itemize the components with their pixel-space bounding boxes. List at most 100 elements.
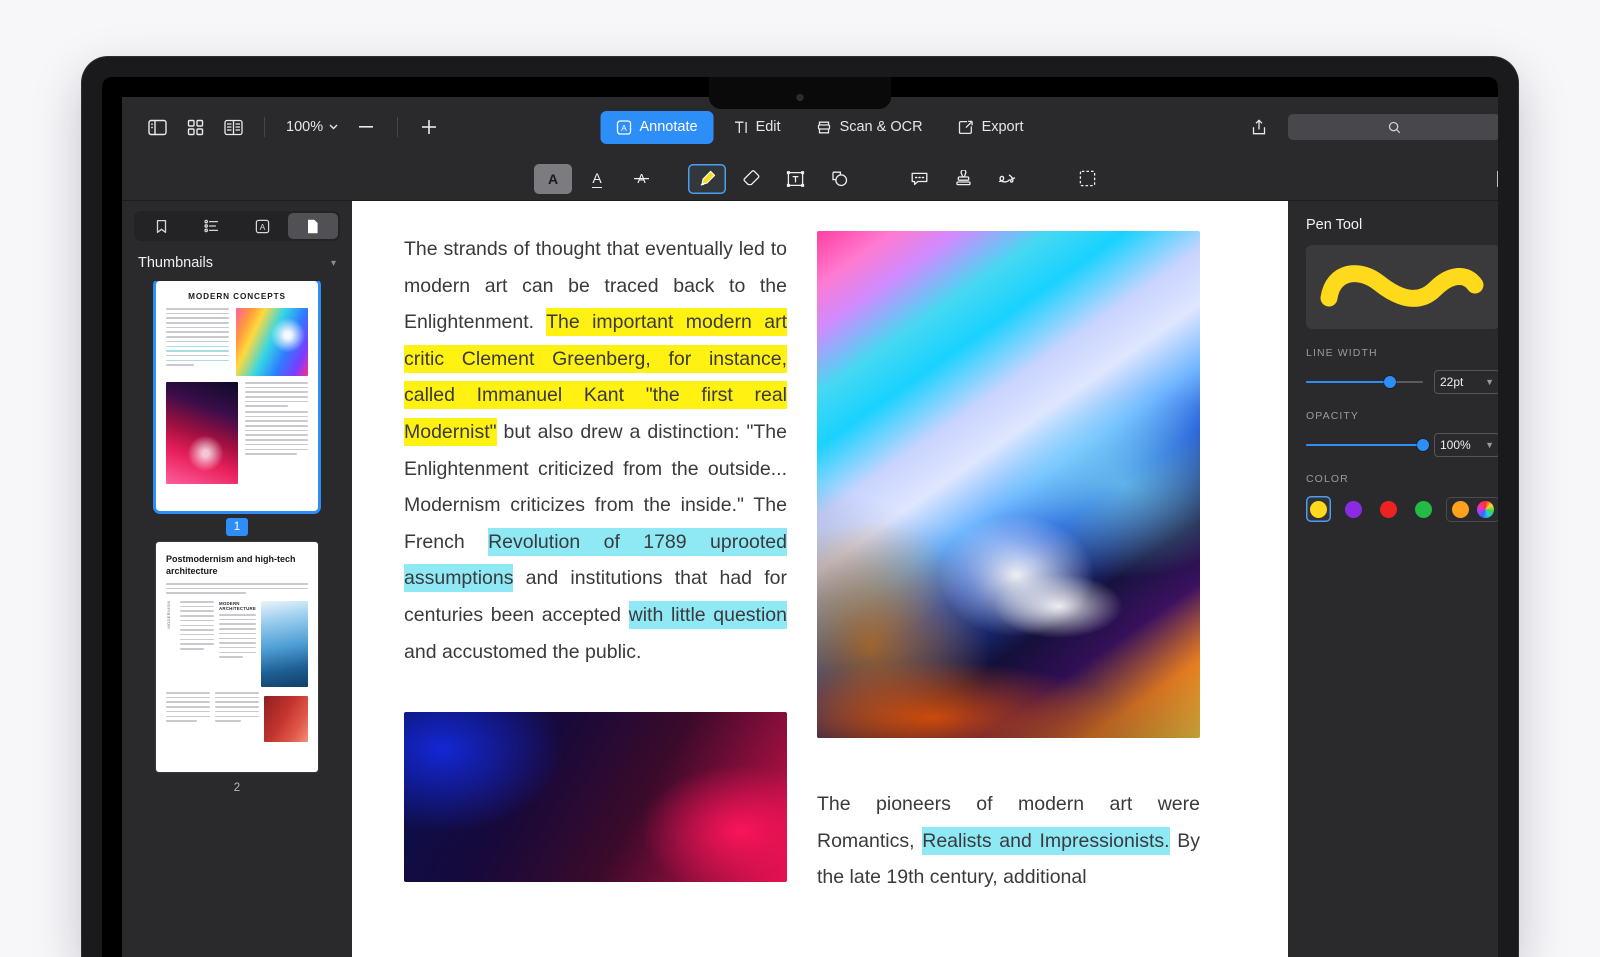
thumbnail-page-1-preview[interactable]: MODERN CONCEPTS [156, 281, 318, 511]
sidebar-item-outline[interactable] [187, 213, 238, 239]
abstract-light-streaks-image[interactable] [817, 231, 1200, 738]
dual-page-icon[interactable] [216, 112, 250, 142]
thumbnail-page-2[interactable]: Postmodernism and high-tech architecture… [136, 542, 338, 797]
opacity-select[interactable]: 100% ▼ [1434, 433, 1498, 457]
thumb-subhead: MODERN ARCHITECTURE [218, 601, 257, 612]
zoom-out-button[interactable] [349, 112, 383, 142]
device-notch [709, 77, 891, 109]
line-width-value: 22pt [1440, 375, 1464, 389]
thumb-image-red-building [264, 692, 308, 743]
annotation-toolstrip: A A A [122, 157, 1498, 201]
tab-scan-ocr[interactable]: Scan & OCR [801, 111, 939, 144]
thumbnail-page-1[interactable]: MODERN CONCEPTS 1 [136, 281, 338, 536]
highlight-text-glyph: A [547, 170, 559, 187]
panel-title: Pen Tool [1306, 217, 1363, 233]
highlight-text-icon[interactable]: A [534, 163, 572, 194]
body-paragraph-left: The strands of thought that eventually l… [404, 231, 787, 670]
line-width-select[interactable]: 22pt ▼ [1434, 370, 1498, 394]
search-input[interactable] [1288, 114, 1498, 140]
sidebar-item-annotations[interactable]: A [237, 213, 288, 239]
zoom-level-value: 100% [286, 119, 324, 135]
thumb-col-lines-b [218, 614, 256, 658]
color-swatches [1306, 496, 1498, 522]
mode-tabs: A Annotate Edit Scan & OCR Export [600, 110, 1040, 144]
tab-edit[interactable]: Edit [718, 111, 797, 144]
thumb-col-lines-a [180, 601, 214, 650]
underline-text-icon[interactable]: A [578, 164, 616, 194]
text-edit-icon [735, 121, 747, 133]
color-wheel-picker[interactable] [1477, 500, 1494, 518]
signature-icon[interactable] [988, 164, 1026, 194]
swatch-purple[interactable] [1341, 496, 1366, 522]
swatch-red[interactable] [1376, 496, 1401, 522]
panel-collapse-handle[interactable] [1497, 170, 1498, 187]
strikethrough-text-icon[interactable]: A [622, 164, 660, 194]
eraser-icon[interactable] [732, 164, 770, 194]
thumb-image-red-blue [166, 382, 238, 484]
thumb-intro-lines [166, 583, 308, 595]
swatch-orange-custom[interactable] [1452, 500, 1469, 518]
sidebar-tab-group: A [134, 211, 340, 241]
line-width-label: LINE WIDTH [1306, 347, 1378, 359]
search-field[interactable] [1288, 114, 1498, 140]
swatch-yellow[interactable] [1306, 496, 1331, 522]
tab-export[interactable]: Export [943, 111, 1040, 144]
thumbnail-page-2-title: Postmodernism and high-tech architecture [166, 554, 296, 577]
view-controls: 100% [140, 112, 446, 142]
list-outline-icon [204, 219, 219, 233]
page-icon [308, 219, 318, 233]
thumb-text-lines-2 [245, 382, 308, 408]
sidebar-item-bookmarks[interactable] [136, 213, 187, 239]
chevron-down-icon [329, 124, 338, 130]
stamp-icon[interactable] [944, 164, 982, 194]
swatch-green[interactable] [1411, 496, 1436, 522]
page-number-badge-2[interactable]: 2 [226, 779, 248, 797]
text-run-6: and accustomed the public. [404, 640, 642, 663]
thumbnail-page-2-preview[interactable]: Postmodernism and high-tech architecture… [156, 542, 318, 772]
pen-tool-icon[interactable] [688, 163, 726, 194]
thumbnail-page-1-title: MODERN CONCEPTS [188, 292, 286, 301]
annotation-icon: A [255, 219, 269, 233]
pdf-editor-window: 100% A Annotate Edit Scan & OCR Export A… [122, 97, 1498, 957]
thumbnail-list[interactable]: MODERN CONCEPTS 1 Postmodernism and high… [122, 281, 352, 957]
thumb-vertical-caption: MODERNISM [166, 601, 171, 629]
camera-icon [796, 94, 804, 101]
shapes-icon[interactable] [820, 164, 858, 194]
bookmark-icon [156, 219, 166, 233]
document-canvas[interactable]: The strands of thought that eventually l… [352, 201, 1288, 957]
document-right-column: The pioneers of modern art were Romantic… [817, 231, 1200, 896]
screenshot-select-icon[interactable] [1068, 164, 1106, 194]
highlight-cyan-2[interactable]: with little question [628, 600, 787, 629]
thumbnails-header: Thumbnails ▾ [122, 241, 352, 281]
body-paragraph-right: The pioneers of modern art were Romantic… [817, 786, 1200, 896]
thumb-col-lines-c [166, 692, 210, 722]
thumb-text-lines-3 [245, 411, 308, 455]
thumb-image-abstract [236, 308, 308, 376]
text-box-icon[interactable] [776, 164, 814, 194]
line-width-slider[interactable] [1306, 375, 1423, 389]
zoom-in-button[interactable] [412, 112, 446, 142]
blue-red-gradient-image[interactable] [404, 712, 787, 883]
sticky-note-icon[interactable] [900, 164, 938, 194]
tab-edit-label: Edit [755, 119, 781, 135]
document-left-column: The strands of thought that eventually l… [404, 231, 787, 896]
chevron-down-icon[interactable]: ▾ [331, 258, 336, 269]
chevron-down-icon: ▼ [1485, 440, 1494, 450]
sidebar-toggle-icon[interactable] [140, 112, 174, 142]
underline-text-glyph: A [592, 169, 602, 188]
thumb-image-architecture [261, 601, 308, 688]
share-icon[interactable] [1242, 112, 1276, 142]
sidebar-item-thumbnails[interactable] [287, 213, 338, 239]
opacity-value: 100% [1440, 438, 1471, 452]
highlight-cyan-3[interactable]: Realists and Impressionists. [922, 826, 1170, 855]
opacity-slider[interactable] [1306, 438, 1429, 452]
opacity-label: OPACITY [1306, 410, 1360, 422]
zoom-level-dropdown[interactable]: 100% [279, 115, 345, 139]
grid-view-icon[interactable] [178, 112, 212, 142]
left-sidebar: A Thumbnails ▾ MODERN CONCEPTS 1 Postmod… [122, 201, 352, 957]
tab-annotate-label: Annotate [639, 119, 698, 135]
tab-annotate[interactable]: A Annotate [600, 110, 714, 144]
thumb-text-lines [166, 308, 229, 366]
page-number-badge-1[interactable]: 1 [226, 518, 248, 536]
opacity-control: 100% ▼ [1306, 433, 1498, 457]
